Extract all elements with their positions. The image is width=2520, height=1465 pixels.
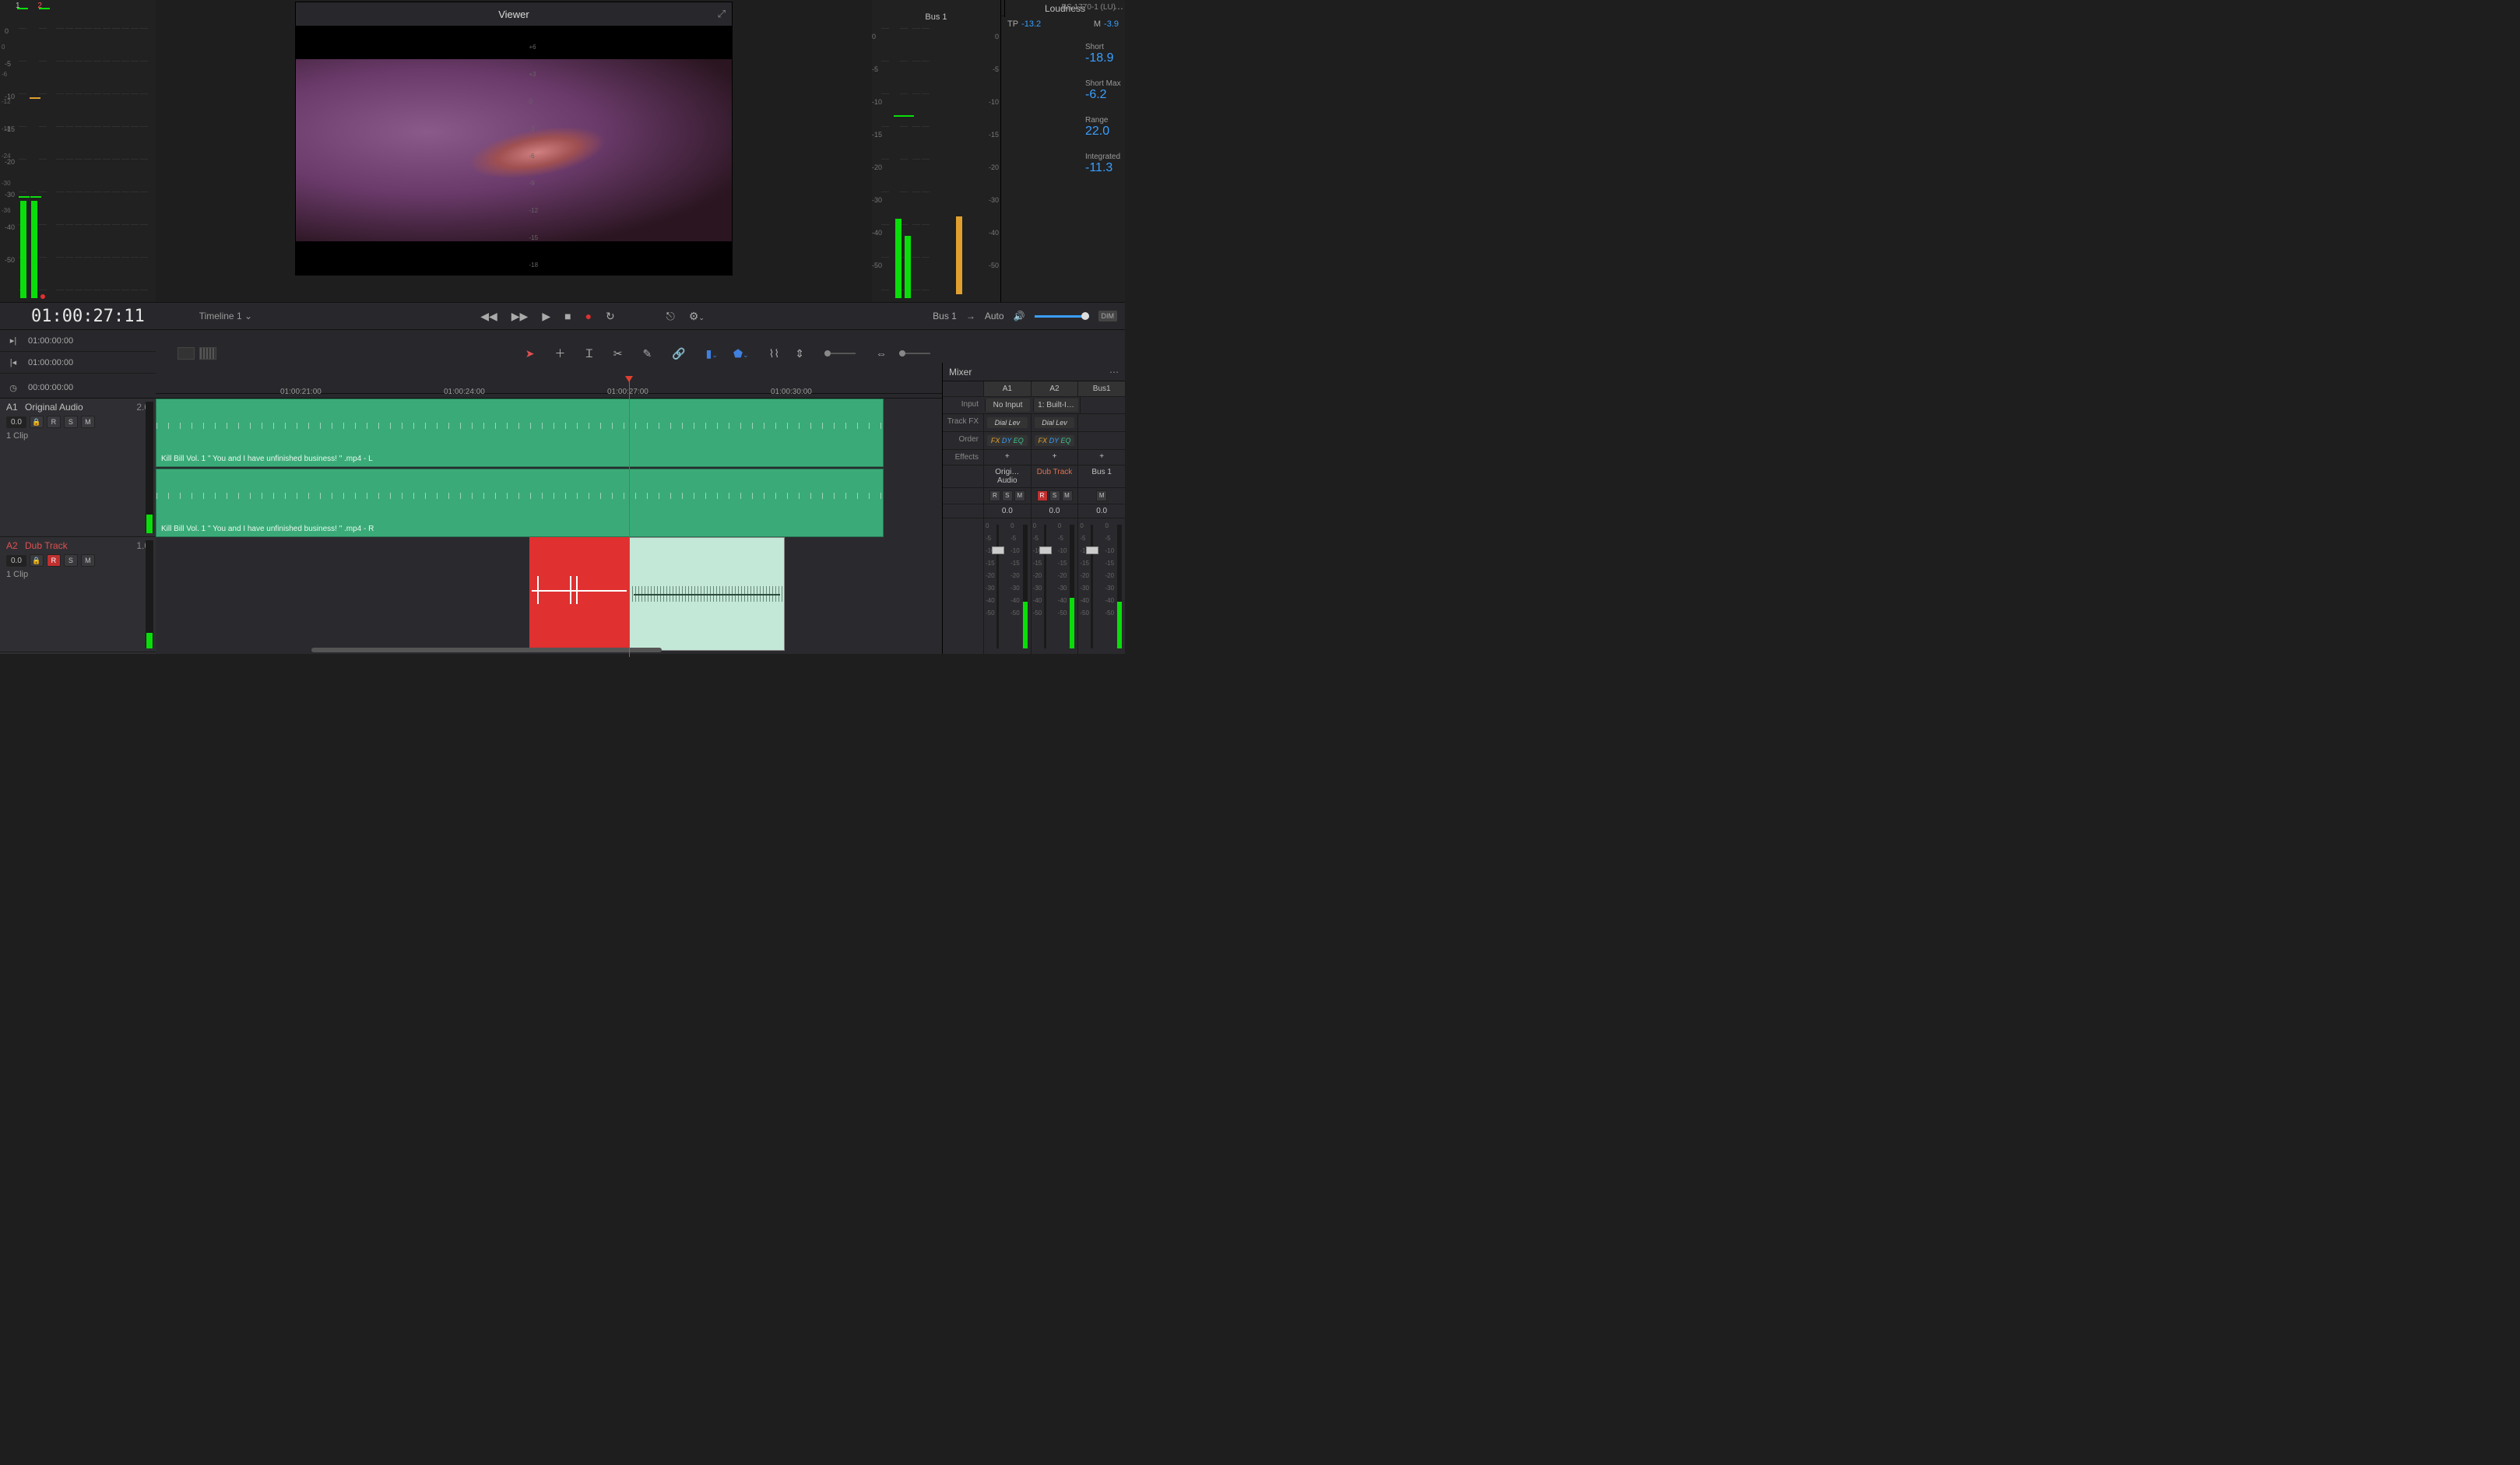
more-icon[interactable]: ⋯	[1114, 3, 1123, 14]
effects-add-bus1[interactable]: +	[1077, 450, 1125, 465]
dim-button[interactable]: DIM	[1098, 311, 1118, 321]
lock-icon[interactable]: 🔒	[30, 554, 44, 567]
strip-s-a2[interactable]: S	[1049, 490, 1060, 501]
mixer-input-a2[interactable]: 1: Built-I…	[1033, 399, 1078, 412]
track-name-a2[interactable]: Dub Track	[25, 540, 136, 551]
mixer-strip-bus1[interactable]: Bus1	[1077, 381, 1125, 396]
mixer-panel: Mixer ⋯ A1 A2 Bus1 Input No Input 1: Bui…	[942, 363, 1125, 654]
m-value: -3.9	[1104, 19, 1119, 29]
loudness-range: 22.0	[1085, 125, 1122, 139]
clip-a1-r[interactable]: Kill Bill Vol. 1 " You and I have unfini…	[156, 469, 884, 537]
strip-r-a1[interactable]: R	[989, 490, 1000, 501]
mixer-strip-a1[interactable]: A1	[983, 381, 1031, 396]
expand-icon[interactable]: ⤢	[718, 8, 726, 20]
track-gain-a2[interactable]: 0.0	[6, 555, 26, 567]
clip-waveform[interactable]	[629, 537, 785, 651]
mixer-strip-a2[interactable]: A2	[1031, 381, 1078, 396]
track-id-a1: A1	[6, 402, 25, 413]
strip-name-a2: Dub Track	[1031, 465, 1078, 487]
playhead[interactable]	[629, 377, 630, 657]
loudness-panel: Loudness BS.1770-1 (LU) ⋯	[1004, 0, 1125, 17]
solo-button-a1[interactable]: S	[64, 416, 78, 428]
order-a2[interactable]: FX DY EQ	[1035, 435, 1075, 446]
loudness-short: -18.9	[1085, 51, 1122, 65]
mute-button-a2[interactable]: M	[81, 554, 95, 567]
lock-icon[interactable]: 🔒	[30, 416, 44, 428]
mute-button-a1[interactable]: M	[81, 416, 95, 428]
track-clips-a1: 1 Clip	[6, 431, 149, 441]
fader-a1[interactable]: 0-5-10-15-20-30-40-50 0-5-10-15-20-30-40…	[983, 518, 1031, 655]
strip-m-a2[interactable]: M	[1062, 490, 1073, 501]
zoom-slider-h[interactable]	[899, 353, 930, 354]
track-clips-a2: 1 Clip	[6, 570, 149, 579]
track-header-a2[interactable]: A2 Dub Track 1.0 0.0 🔒 R S M 1 Clip	[0, 537, 156, 652]
tp-value: -13.2	[1021, 19, 1041, 29]
strip-m-a1[interactable]: M	[1014, 490, 1025, 501]
track-gain-a1[interactable]: 0.0	[6, 416, 26, 428]
track-header-a1[interactable]: A1 Original Audio 2.0 0.0 🔒 R S M 1 Clip	[0, 399, 156, 537]
strip-level-a2: 0.0	[1031, 504, 1078, 518]
arm-button-a2[interactable]: R	[47, 554, 61, 567]
tp-label: TP	[1007, 19, 1018, 29]
strip-r-a2[interactable]: R	[1037, 490, 1048, 501]
order-a1[interactable]: FX DY EQ	[987, 435, 1028, 446]
clip-a1-l[interactable]: Kill Bill Vol. 1 " You and I have unfini…	[156, 399, 884, 467]
strip-level-bus1: 0.0	[1077, 504, 1125, 518]
fader-a2[interactable]: 0-5-10-15-20-30-40-50 0-5-10-15-20-30-40…	[1031, 518, 1078, 655]
volume-slider[interactable]	[1035, 315, 1089, 318]
arm-button-a1[interactable]: R	[47, 416, 61, 428]
more-icon[interactable]: ⋯	[1109, 367, 1119, 378]
fader-bus1[interactable]: 0-5-10-15-20-30-40-50 0-5-10-15-20-30-40…	[1077, 518, 1125, 655]
strip-s-a1[interactable]: S	[1002, 490, 1013, 501]
mixer-input-a1[interactable]: No Input	[985, 399, 1030, 412]
trackfx-a1[interactable]: Dial Lev	[987, 417, 1028, 428]
strip-name-a1: Origi…Audio	[983, 465, 1031, 487]
bus-label: Bus 1	[872, 12, 1000, 22]
meter-peak-2	[39, 8, 50, 9]
strip-name-bus1: Bus 1	[1077, 465, 1125, 487]
clip-recording[interactable]	[529, 537, 629, 651]
m-label: M	[1094, 19, 1101, 29]
scrollbar-horizontal[interactable]	[311, 648, 662, 654]
effects-add-a1[interactable]: +	[983, 450, 1031, 465]
strip-m-bus1[interactable]: M	[1096, 490, 1107, 501]
trackfx-a2[interactable]: Dial Lev	[1035, 417, 1075, 428]
meter-peak-1	[17, 8, 28, 9]
zoom-slider-v[interactable]	[824, 353, 856, 354]
effects-add-a2[interactable]: +	[1031, 450, 1078, 465]
loudness-standard: BS.1770-1 (LU)	[1062, 3, 1116, 12]
strip-level-a1: 0.0	[983, 504, 1031, 518]
track-id-a2: A2	[6, 540, 25, 551]
track-name-a1[interactable]: Original Audio	[25, 402, 136, 413]
viewer-title: Viewer	[498, 9, 529, 20]
loudness-integrated: -11.3	[1085, 161, 1122, 175]
loudness-short-max: -6.2	[1085, 88, 1122, 102]
solo-button-a2[interactable]: S	[64, 554, 78, 567]
mixer-title: Mixer	[949, 367, 972, 378]
